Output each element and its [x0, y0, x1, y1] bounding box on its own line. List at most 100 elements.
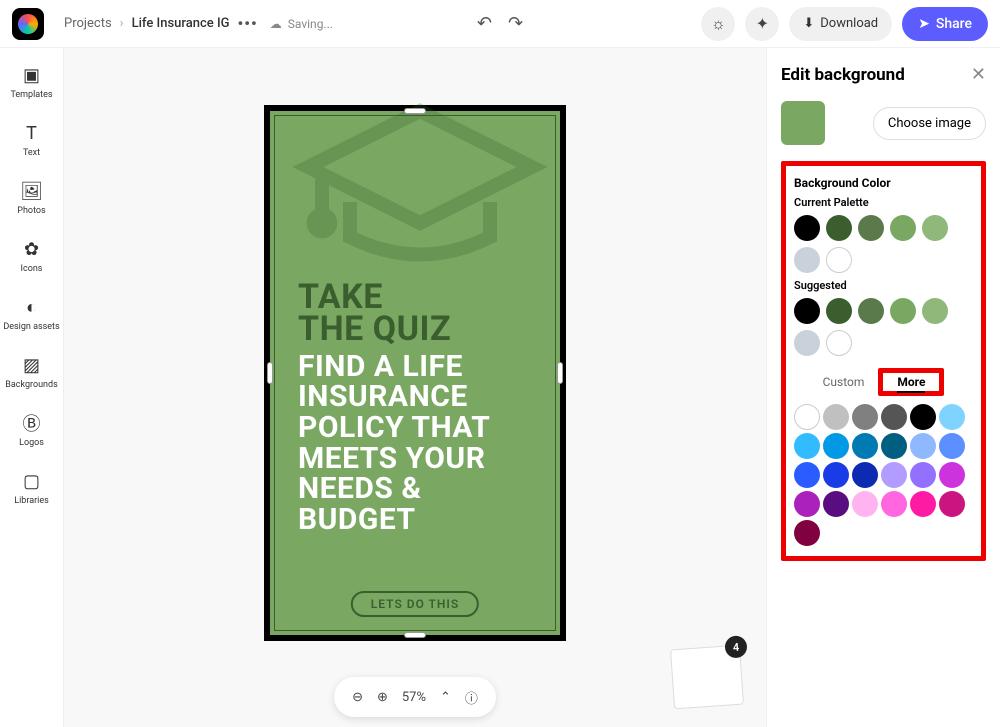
color-swatch[interactable] [852, 491, 878, 517]
resize-handle-left[interactable] [267, 362, 273, 384]
color-swatch[interactable] [794, 491, 820, 517]
color-swatch[interactable] [910, 462, 936, 488]
color-swatch[interactable] [939, 462, 965, 488]
info-button[interactable]: ⓘ [465, 688, 478, 707]
highlighted-more-tab: More [878, 368, 944, 396]
color-swatch[interactable] [881, 462, 907, 488]
redo-button[interactable]: ↷ [508, 13, 523, 34]
nav-logos[interactable]: ⒷLogos [19, 412, 44, 448]
current-background-swatch[interactable] [781, 101, 825, 145]
breadcrumb: Projects › Life Insurance IG [64, 16, 230, 31]
highlighted-section: Background Color Current Palette Suggest… [781, 161, 986, 561]
color-swatch[interactable] [939, 433, 965, 459]
zoom-toolbar: ⊖ ⊕ 57% ⌃ ⓘ [334, 677, 496, 717]
nav-label: Templates [10, 90, 52, 100]
artboard[interactable]: TAKE THE QUIZ FIND A LIFE INSURANCE POLI… [264, 105, 566, 641]
color-swatch[interactable] [794, 462, 820, 488]
color-swatch[interactable] [826, 247, 852, 273]
color-swatch[interactable] [794, 247, 820, 273]
nav-label: Photos [17, 206, 45, 216]
choose-image-button[interactable]: Choose image [873, 107, 986, 140]
ai-button[interactable]: ✦ [745, 7, 779, 41]
download-label: Download [820, 16, 878, 31]
zoom-out-button[interactable]: ⊖ [352, 690, 363, 705]
download-button[interactable]: ⬇ Download [789, 7, 892, 41]
templates-icon: ▣ [20, 64, 42, 86]
resize-handle-right[interactable] [557, 362, 563, 384]
backgrounds-icon: ▨ [21, 354, 43, 376]
color-swatch[interactable] [858, 298, 884, 324]
nav-design-assets[interactable]: ◐ Design assets [3, 296, 59, 332]
color-swatch[interactable] [881, 404, 907, 430]
color-swatch[interactable] [794, 520, 820, 546]
nav-label: Design assets [3, 322, 59, 332]
color-swatch[interactable] [890, 298, 916, 324]
cloud-icon: ☁ [270, 17, 282, 31]
color-swatch[interactable] [922, 298, 948, 324]
tips-button[interactable]: ☼ [701, 7, 735, 41]
color-swatch[interactable] [794, 298, 820, 324]
nav-label: Backgrounds [5, 380, 58, 390]
tab-more[interactable]: More [897, 375, 925, 393]
color-swatch[interactable] [794, 215, 820, 241]
color-swatch[interactable] [852, 462, 878, 488]
page-thumbnails[interactable]: 4 [670, 645, 744, 710]
nav-text[interactable]: TText [21, 122, 43, 158]
color-swatch[interactable] [922, 215, 948, 241]
app-logo[interactable] [12, 8, 44, 40]
nav-label: Logos [19, 438, 44, 448]
color-swatch[interactable] [910, 433, 936, 459]
color-swatch[interactable] [852, 433, 878, 459]
resize-handle-top[interactable] [404, 108, 426, 114]
saving-label: Saving... [288, 17, 333, 31]
background-color-heading: Background Color [794, 176, 973, 190]
color-swatch[interactable] [910, 404, 936, 430]
color-swatch[interactable] [826, 298, 852, 324]
body-text[interactable]: FIND A LIFE INSURANCE POLICY THAT MEETS … [298, 352, 532, 536]
left-nav: ▣ Templates TText 🖼Photos ✿Icons ◐ Design … [0, 48, 64, 727]
color-swatch[interactable] [823, 462, 849, 488]
undo-button[interactable]: ↶ [477, 13, 492, 34]
color-swatch[interactable] [823, 404, 849, 430]
color-swatch[interactable] [823, 433, 849, 459]
color-swatch[interactable] [852, 404, 878, 430]
color-swatch[interactable] [939, 491, 965, 517]
color-swatch[interactable] [826, 215, 852, 241]
send-icon: ➤ [918, 16, 930, 32]
color-swatch[interactable] [826, 330, 852, 356]
color-swatch[interactable] [794, 433, 820, 459]
color-swatch[interactable] [881, 491, 907, 517]
nav-libraries[interactable]: ▢Libraries [14, 470, 49, 506]
canvas-area[interactable]: TAKE THE QUIZ FIND A LIFE INSURANCE POLI… [64, 48, 766, 727]
headline-2[interactable]: THE QUIZ [298, 313, 532, 346]
close-icon[interactable]: ✕ [971, 64, 986, 85]
zoom-value[interactable]: 57% [402, 690, 426, 705]
color-swatch[interactable] [823, 491, 849, 517]
resize-handle-bottom[interactable] [404, 632, 426, 638]
nav-templates[interactable]: ▣ Templates [10, 64, 52, 100]
color-swatch[interactable] [910, 491, 936, 517]
color-swatch[interactable] [890, 215, 916, 241]
chevron-up-icon[interactable]: ⌃ [440, 690, 451, 705]
nav-icons[interactable]: ✿Icons [21, 238, 43, 274]
share-button[interactable]: ➤ Share [902, 7, 988, 41]
zoom-in-button[interactable]: ⊕ [377, 690, 388, 705]
nav-photos[interactable]: 🖼Photos [17, 180, 45, 216]
chevron-right-icon: › [120, 16, 124, 31]
breadcrumb-title[interactable]: Life Insurance IG [132, 16, 230, 31]
current-palette-heading: Current Palette [794, 196, 973, 209]
color-swatch[interactable] [858, 215, 884, 241]
cta-button-text[interactable]: LETS DO THIS [351, 591, 479, 617]
color-swatch[interactable] [881, 433, 907, 459]
nav-label: Libraries [14, 496, 49, 506]
nav-backgrounds[interactable]: ▨ Backgrounds [5, 354, 58, 390]
more-menu-button[interactable]: ••• [238, 14, 258, 33]
tab-custom[interactable]: Custom [823, 375, 865, 389]
color-swatch[interactable] [794, 330, 820, 356]
color-swatch[interactable] [794, 404, 820, 430]
design-assets-icon: ◐ [20, 296, 42, 318]
color-swatch[interactable] [939, 404, 965, 430]
breadcrumb-projects[interactable]: Projects [64, 16, 112, 31]
share-label: Share [936, 16, 972, 32]
download-icon: ⬇ [803, 16, 814, 31]
